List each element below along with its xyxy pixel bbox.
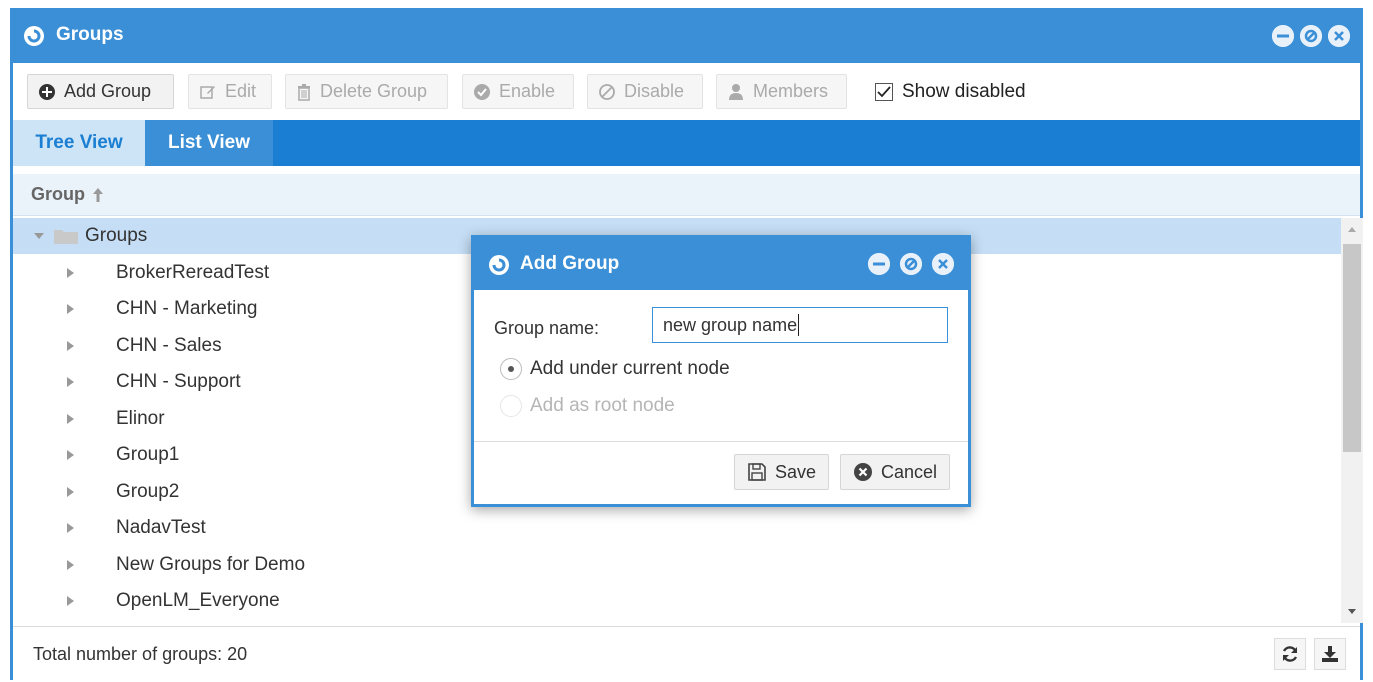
collapsed-arrow-icon[interactable] [67,560,74,570]
tree-node-label: CHN - Marketing [116,298,258,319]
column-header-group[interactable]: Group [13,174,1360,216]
save-button[interactable]: Save [734,454,830,490]
add-as-root-radio[interactable]: Add as root node [500,395,675,417]
vertical-scrollbar[interactable] [1341,218,1363,623]
app-logo-icon [489,255,509,275]
refresh-icon [1282,646,1298,662]
user-icon [729,83,743,100]
group-name-label: Group name: [494,318,600,338]
text-caret [798,314,800,336]
tree-node[interactable]: New Groups for Demo [13,547,1341,583]
close-icon[interactable] [1328,25,1350,47]
add-group-label: Add Group [64,81,152,101]
dialog-title: Add Group [520,253,620,274]
expanded-arrow-icon[interactable] [33,231,45,241]
plus-circle-icon [39,83,55,100]
tree-node-label: CHN - Support [116,371,241,392]
collapsed-arrow-icon[interactable] [67,450,74,460]
radio-disabled-icon [500,395,522,417]
dialog-divider [474,441,968,442]
folder-icon [54,230,78,244]
enable-label: Enable [499,81,556,101]
window-titlebar[interactable]: Groups [13,11,1360,63]
show-disabled-checkbox[interactable]: Show disabled [875,80,1026,104]
refresh-button[interactable] [1274,638,1306,670]
minimize-icon[interactable] [868,253,890,275]
toolbar: Add Group Edit Delete Group Enable Disab… [13,63,1360,120]
tree-node-label: Group1 [116,444,180,465]
tree-node-label: Group2 [116,481,180,502]
collapsed-arrow-icon[interactable] [67,377,74,387]
checkmark-icon [877,86,891,98]
sort-ascending-icon [93,187,103,202]
collapsed-arrow-icon[interactable] [67,304,74,314]
view-tabs: Tree View List View [13,120,1360,166]
restore-icon[interactable] [1300,25,1322,47]
add-group-button[interactable]: Add Group [27,74,174,109]
tree-node-label: New Groups for Demo [116,554,306,575]
download-icon [1322,646,1338,662]
delete-group-label: Delete Group [320,81,428,101]
grid-footer: Total number of groups: 20 [13,626,1360,680]
members-label: Members [753,81,829,101]
restore-icon[interactable] [900,253,922,275]
group-name-value: new group name [663,314,798,335]
checkbox-box[interactable] [875,83,893,101]
cancel-button[interactable]: Cancel [840,454,951,490]
collapsed-arrow-icon[interactable] [67,487,74,497]
edit-button[interactable]: Edit [188,74,272,109]
scroll-down-icon[interactable] [1341,601,1363,621]
app-logo-icon [24,26,44,46]
tree-root-label: Groups [85,225,148,246]
tree-node-label: Elinor [116,408,165,429]
tab-list-view[interactable]: List View [145,120,273,166]
save-label: Save [775,461,817,482]
collapsed-arrow-icon[interactable] [67,268,74,278]
scroll-up-icon[interactable] [1341,220,1363,240]
ban-icon [599,83,615,100]
add-under-current-radio[interactable]: Add under current node [500,358,730,380]
collapsed-arrow-icon[interactable] [67,341,74,351]
tab-tree-view[interactable]: Tree View [13,120,145,166]
collapsed-arrow-icon[interactable] [67,596,74,606]
edit-label: Edit [225,81,257,101]
tree-node-label: OpenLM_Everyone [116,590,280,611]
check-circle-icon [474,83,490,100]
group-name-input[interactable]: new group name [652,307,948,343]
tree-node-label: BrokerRereadTest [116,262,270,283]
total-groups-count: Total number of groups: 20 [33,644,248,664]
floppy-disk-icon [748,463,766,481]
trash-icon [298,83,310,101]
scrollbar-thumb[interactable] [1343,244,1361,452]
delete-group-button[interactable]: Delete Group [285,74,448,109]
disable-label: Disable [624,81,685,101]
cancel-label: Cancel [881,461,938,482]
close-icon[interactable] [932,253,954,275]
add-as-root-label: Add as root node [530,395,675,416]
add-group-dialog: Add Group Group name: new group name Add… [471,235,971,507]
column-header-label: Group [31,184,85,204]
tree-node-label: CHN - Sales [116,335,222,356]
minimize-icon[interactable] [1272,25,1294,47]
disable-button[interactable]: Disable [587,74,703,109]
window-title: Groups [56,24,124,45]
tree-node[interactable]: OpenLM_Everyone [13,583,1341,619]
collapsed-arrow-icon[interactable] [67,414,74,424]
radio-selected-icon[interactable] [500,358,522,380]
show-disabled-label: Show disabled [902,81,1026,102]
members-button[interactable]: Members [716,74,847,109]
enable-button[interactable]: Enable [462,74,574,109]
edit-icon [200,85,215,99]
tree-node-label: NadavTest [116,517,206,538]
collapsed-arrow-icon[interactable] [67,523,74,533]
tree-node[interactable]: NadavTest [13,510,1341,546]
cancel-circle-icon [854,463,872,481]
dialog-titlebar[interactable]: Add Group [474,238,968,290]
export-button[interactable] [1314,638,1346,670]
add-under-current-label: Add under current node [530,358,730,379]
